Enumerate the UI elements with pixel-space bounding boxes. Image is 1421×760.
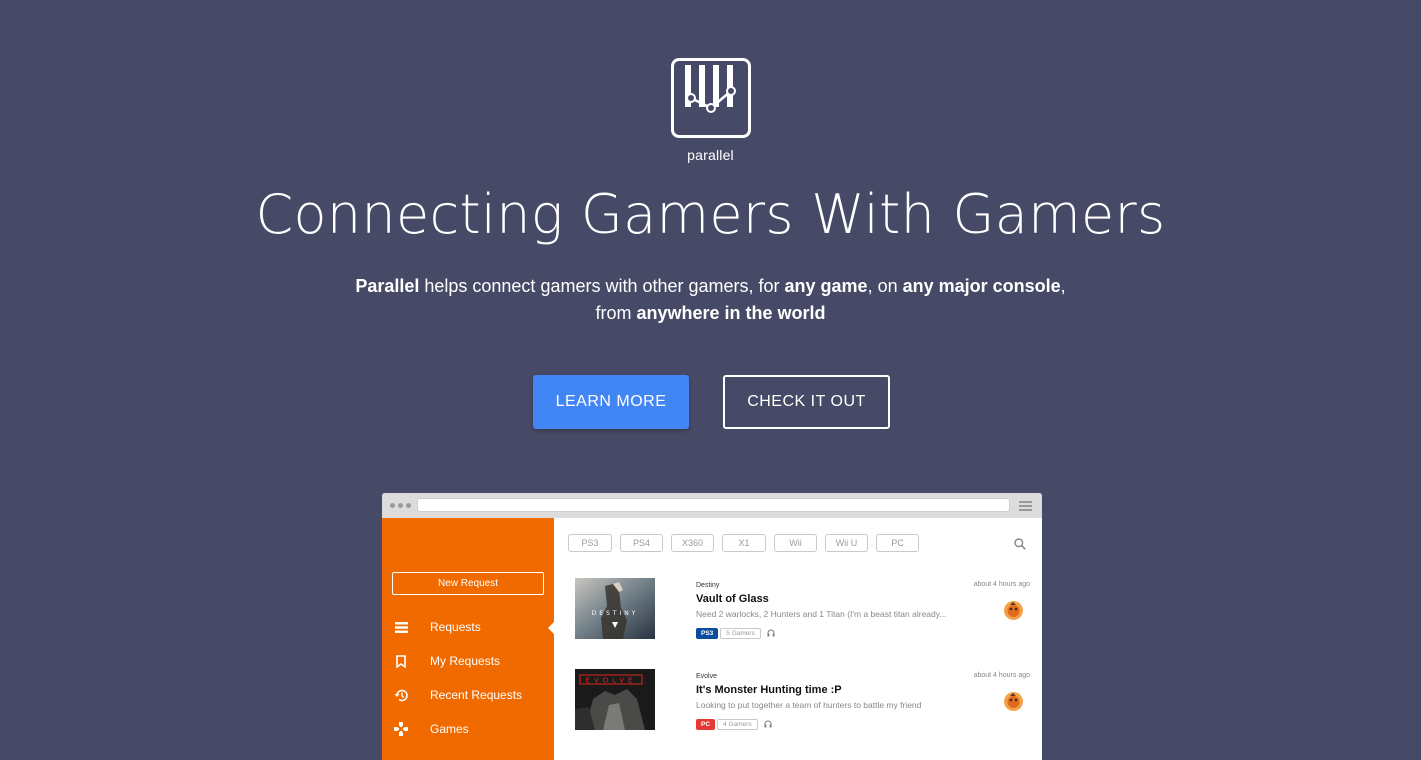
window-dots: [390, 503, 411, 508]
sidebar-item-label: My Requests: [430, 654, 501, 668]
filter-x360[interactable]: X360: [671, 534, 714, 552]
sidebar-item-recent-requests[interactable]: Recent Requests: [382, 680, 554, 710]
learn-more-button[interactable]: LEARN MORE: [533, 375, 689, 429]
filter-pc[interactable]: PC: [876, 534, 919, 552]
request-tags: PS3 5 Gamers: [696, 624, 775, 642]
sub-text: from: [595, 303, 637, 323]
sub-text: helps connect gamers with other gamers, …: [419, 276, 785, 296]
sub-emphasis: any game: [784, 276, 868, 296]
browser-chrome: [382, 493, 1042, 518]
sidebar-item-label: Requests: [430, 620, 481, 634]
request-timestamp: about 4 hours ago: [973, 672, 1030, 679]
platform-filters: PS3 PS4 X360 X1 Wii Wii U PC: [568, 534, 919, 552]
filter-ps3[interactable]: PS3: [568, 534, 612, 552]
brand-logo[interactable]: parallel: [0, 58, 1421, 163]
request-card[interactable]: DESTINY Destiny Vault of Glass Need 2 wa…: [575, 578, 1030, 640]
svg-text:DESTINY: DESTINY: [592, 610, 639, 617]
request-timestamp: about 4 hours ago: [973, 581, 1030, 588]
hero-subtitle: Parallel helps connect gamers with other…: [0, 273, 1421, 327]
headset-icon: [764, 715, 772, 733]
request-description: Need 2 warlocks, 2 Hunters and 1 Titan (…: [696, 609, 947, 619]
filter-wii[interactable]: Wii: [774, 534, 817, 552]
search-icon[interactable]: [1014, 537, 1026, 555]
bookmark-icon: [394, 654, 408, 668]
list-icon: [394, 620, 408, 634]
brand-name: parallel: [687, 147, 734, 163]
request-title[interactable]: It's Monster Hunting time :P: [696, 684, 842, 696]
gamers-count-badge: 4 Gamers: [717, 718, 758, 730]
svg-text:EVOLVE: EVOLVE: [586, 677, 637, 685]
user-avatar[interactable]: [1004, 601, 1023, 620]
parallel-logo-icon: [670, 58, 751, 138]
request-title[interactable]: Vault of Glass: [696, 593, 769, 605]
platform-badge: PS3: [696, 627, 719, 639]
sidebar-item-label: Games: [430, 722, 469, 736]
check-it-out-button[interactable]: CHECK IT OUT: [723, 375, 890, 429]
sub-text: , on: [867, 276, 903, 296]
request-description: Looking to put together a team of hunter…: [696, 700, 922, 710]
filter-wii-u[interactable]: Wii U: [825, 534, 868, 552]
platform-badge: PC: [696, 718, 716, 730]
gamers-count-badge: 5 Gamers: [720, 627, 761, 639]
filter-ps4[interactable]: PS4: [620, 534, 663, 552]
user-avatar[interactable]: [1004, 692, 1023, 711]
request-card[interactable]: EVOLVE Evolve It's Monster Hunting time …: [575, 669, 1030, 731]
hamburger-menu-icon[interactable]: [1019, 501, 1032, 513]
game-thumbnail-evolve: EVOLVE: [575, 669, 655, 730]
sub-emphasis: anywhere in the world: [636, 303, 826, 323]
headset-icon: [767, 624, 775, 642]
sidebar-item-label: Recent Requests: [430, 688, 523, 702]
app-sidebar: New Request Requests My Requests Recent …: [382, 518, 555, 760]
requests-panel: PS3 PS4 X360 X1 Wii Wii U PC DESTINY Des…: [554, 518, 1042, 760]
hero-title: Connecting Gamers With Gamers: [255, 183, 1166, 246]
request-game-name: Destiny: [696, 582, 720, 589]
sub-text: ,: [1060, 276, 1066, 296]
history-icon: [394, 688, 408, 702]
sub-emphasis: any major console: [902, 276, 1061, 296]
url-bar[interactable]: [417, 498, 1010, 512]
request-tags: PC 4 Gamers: [696, 715, 772, 733]
request-game-name: Evolve: [696, 673, 718, 680]
sidebar-item-requests[interactable]: Requests: [382, 612, 555, 642]
game-thumbnail-destiny: DESTINY: [575, 578, 655, 639]
new-request-button[interactable]: New Request: [392, 572, 544, 595]
sidebar-item-games[interactable]: Games: [382, 714, 554, 744]
sub-emphasis: Parallel: [355, 276, 420, 296]
sidebar-item-my-requests[interactable]: My Requests: [382, 646, 554, 676]
filter-x1[interactable]: X1: [722, 534, 766, 552]
app-preview-window: New Request Requests My Requests Recent …: [382, 493, 1042, 760]
gamepad-icon: [394, 722, 408, 736]
